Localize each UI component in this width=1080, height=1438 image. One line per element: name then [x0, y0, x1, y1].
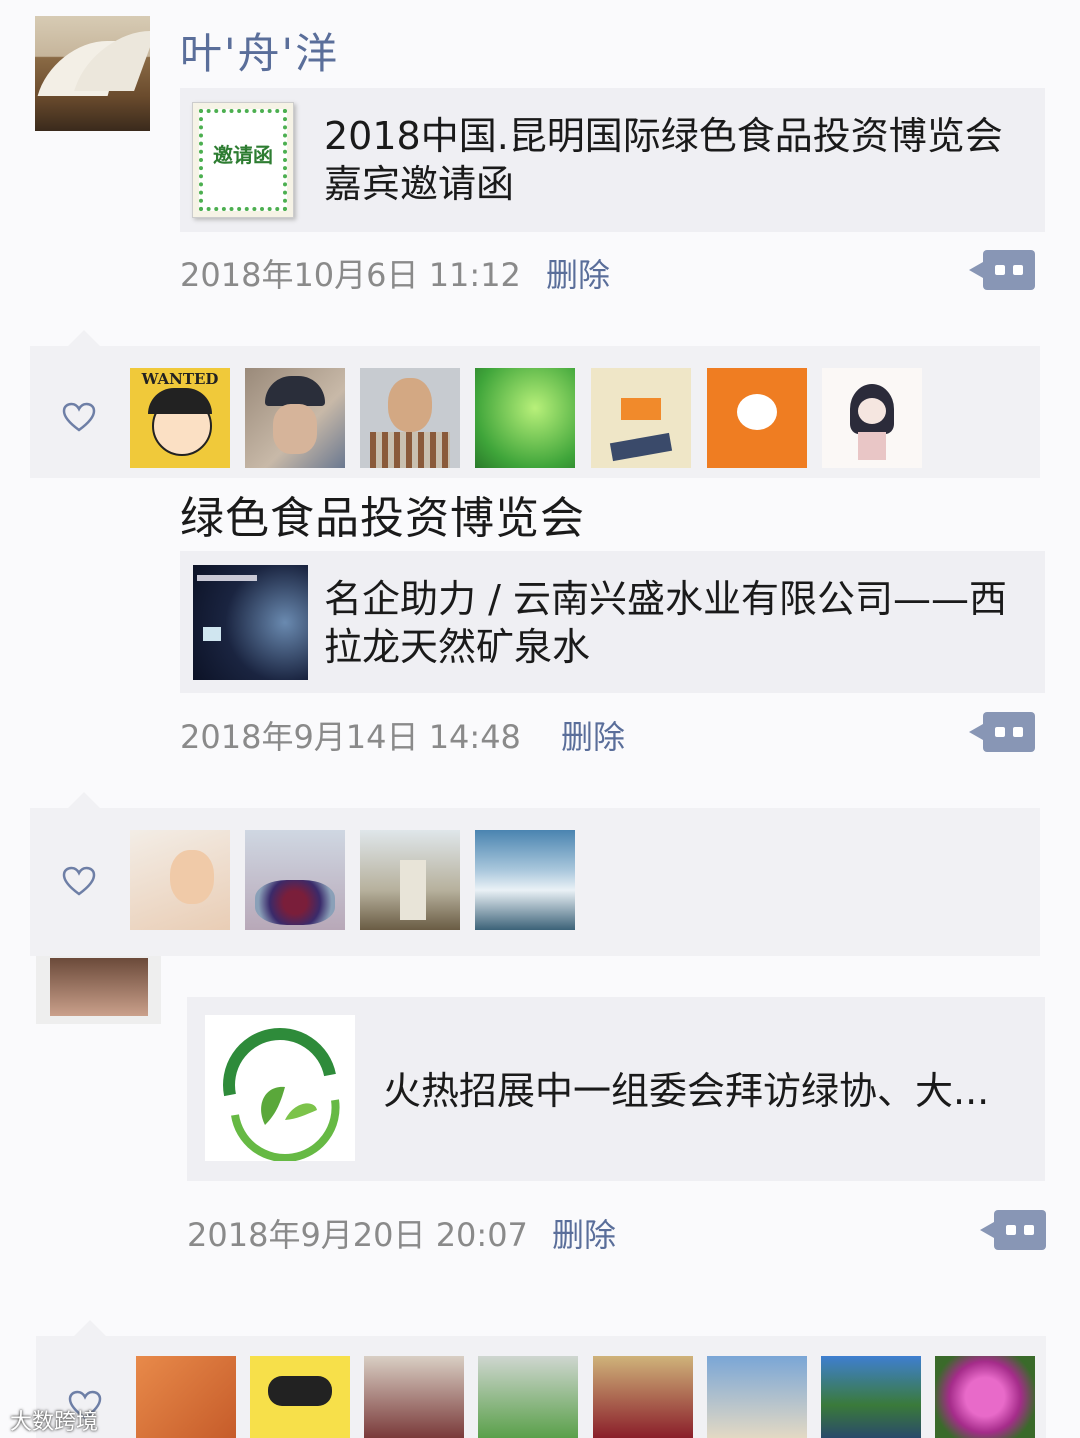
watermark: 大数跨境 [10, 1410, 99, 1435]
invitation-thumbnail: 邀请函 [192, 102, 294, 218]
link-card-title: 2018中国.昆明国际绿色食品投资博览会嘉宾邀请函 [324, 114, 1003, 206]
link-card-title: 火热招展中一组委会拜访绿协、大... [383, 1069, 990, 1113]
user-avatar[interactable] [35, 16, 150, 131]
likes-panel: WANTED [30, 330, 1040, 478]
comment-button[interactable] [969, 250, 1035, 290]
user-avatar-partial[interactable] [36, 956, 161, 1024]
liker-avatar-pink-flower[interactable] [935, 1356, 1035, 1438]
likes-panel [30, 792, 1040, 956]
liker-avatar-egg-cartoon[interactable] [707, 368, 807, 468]
liker-avatar-sunglasses[interactable] [478, 1356, 578, 1438]
liker-avatar-woman[interactable] [130, 830, 230, 930]
post-time: 2018年10月6日 11:12 [180, 256, 521, 294]
liker-avatar-wanted[interactable]: WANTED [130, 368, 230, 468]
post-text: 绿色食品投资博览会 [180, 493, 585, 544]
liker-avatar-man-tree[interactable] [360, 830, 460, 930]
post-time: 2018年9月20日 20:07 [187, 1216, 528, 1254]
user-name[interactable]: 叶'舟'洋 [180, 20, 339, 81]
liker-avatar-pop-art[interactable] [250, 1356, 350, 1438]
delete-link[interactable]: 删除 [561, 712, 625, 758]
liker-avatar-clouds[interactable] [475, 830, 575, 930]
liker-avatar-older-man[interactable] [360, 368, 460, 468]
comment-button[interactable] [980, 1210, 1046, 1250]
liker-avatar-glasses[interactable] [136, 1356, 236, 1438]
link-card-exhibition[interactable]: 火热招展中一组委会拜访绿协、大... [187, 997, 1045, 1181]
heart-icon[interactable] [62, 402, 96, 432]
post-time: 2018年9月14日 14:48 [180, 718, 521, 756]
liker-avatar-cap-man[interactable] [245, 368, 345, 468]
liker-avatar-woman-standing[interactable] [364, 1356, 464, 1438]
liker-avatar-green-leaves[interactable] [475, 368, 575, 468]
delete-link[interactable]: 删除 [552, 1210, 616, 1256]
link-card-invitation[interactable]: 邀请函 2018中国.昆明国际绿色食品投资博览会嘉宾邀请函 [180, 88, 1045, 232]
wanted-text: WANTED [141, 370, 219, 388]
green-leaf-logo [205, 1015, 355, 1163]
liker-avatar-running[interactable] [591, 368, 691, 468]
liker-avatar-girl-cartoon[interactable] [822, 368, 922, 468]
liker-avatar-lake[interactable] [821, 1356, 921, 1438]
invitation-thumb-text: 邀请函 [213, 143, 273, 167]
link-card-water[interactable]: 名企助力 / 云南兴盛水业有限公司——西拉龙天然矿泉水 [180, 551, 1045, 693]
comment-button[interactable] [969, 712, 1035, 752]
likes-panel [36, 1320, 1046, 1438]
link-card-title: 名企助力 / 云南兴盛水业有限公司——西拉龙天然矿泉水 [324, 577, 1007, 669]
water-ad-thumbnail [193, 565, 308, 680]
liker-avatar-wheat[interactable] [593, 1356, 693, 1438]
liker-avatar-castle[interactable] [707, 1356, 807, 1438]
delete-link[interactable]: 删除 [546, 250, 610, 296]
heart-icon[interactable] [62, 866, 96, 896]
liker-avatar-flowers[interactable] [245, 830, 345, 930]
